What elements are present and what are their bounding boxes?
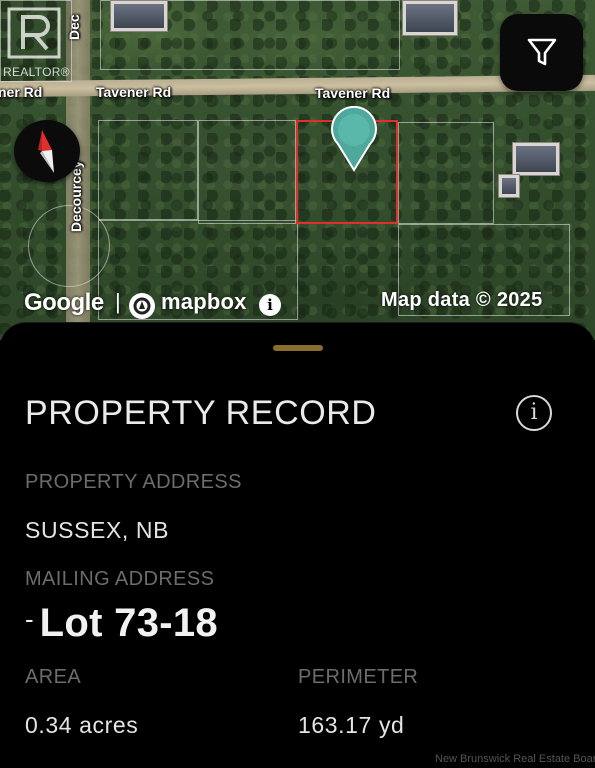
sheet-grabber[interactable] (273, 345, 323, 351)
mailing-address-lot: Lot 73-18 (39, 601, 218, 645)
realtor-logo: REALTOR® (0, 0, 72, 82)
compass-icon (38, 130, 54, 173)
area-value: 0.34 acres (25, 712, 139, 738)
map-view[interactable]: ner Rd Tavener Rd Tavener Rd Dec Decourc… (0, 0, 595, 340)
house (498, 174, 520, 198)
area-label: AREA (25, 666, 82, 688)
realtor-logo-text: REALTOR® (3, 65, 70, 79)
compass-button[interactable] (14, 120, 80, 182)
board-watermark: New Brunswick Real Estate Board (435, 753, 595, 765)
property-record-sheet: PROPERTY RECORD i PROPERTY ADDRESS SUSSE… (0, 322, 595, 768)
filter-icon (527, 38, 557, 66)
perimeter-label: PERIMETER (298, 666, 419, 688)
road-label-tavener-east: Tavener Rd (315, 85, 391, 101)
house (512, 142, 560, 176)
perimeter-value: 163.17 yd (298, 712, 405, 738)
mailing-address-label: MAILING ADDRESS (25, 568, 215, 590)
realtor-r-icon (7, 7, 61, 59)
mapbox-logo-icon[interactable] (128, 292, 156, 320)
attribution-info-icon[interactable]: i (259, 294, 281, 316)
info-icon[interactable]: i (516, 395, 552, 431)
house (110, 0, 168, 32)
filter-button[interactable] (500, 14, 583, 91)
map-data-attribution: Map data © 2025 (381, 289, 543, 311)
sheet-title: PROPERTY RECORD (25, 394, 377, 432)
google-attribution: Google (24, 289, 104, 316)
property-address-value: SUSSEX, NB (25, 517, 170, 543)
mailing-address-dash: - (25, 604, 34, 634)
property-address-label: PROPERTY ADDRESS (25, 471, 242, 493)
road-label-fragment: ner Rd (0, 84, 43, 100)
map-pin-icon[interactable] (330, 106, 378, 172)
road-label-tavener-west: Tavener Rd (96, 84, 172, 100)
attribution-separator: | (115, 289, 121, 314)
mapbox-attribution[interactable]: mapbox (161, 289, 247, 315)
mailing-address-value: - Lot 73-18 (25, 601, 218, 646)
house (402, 0, 458, 36)
